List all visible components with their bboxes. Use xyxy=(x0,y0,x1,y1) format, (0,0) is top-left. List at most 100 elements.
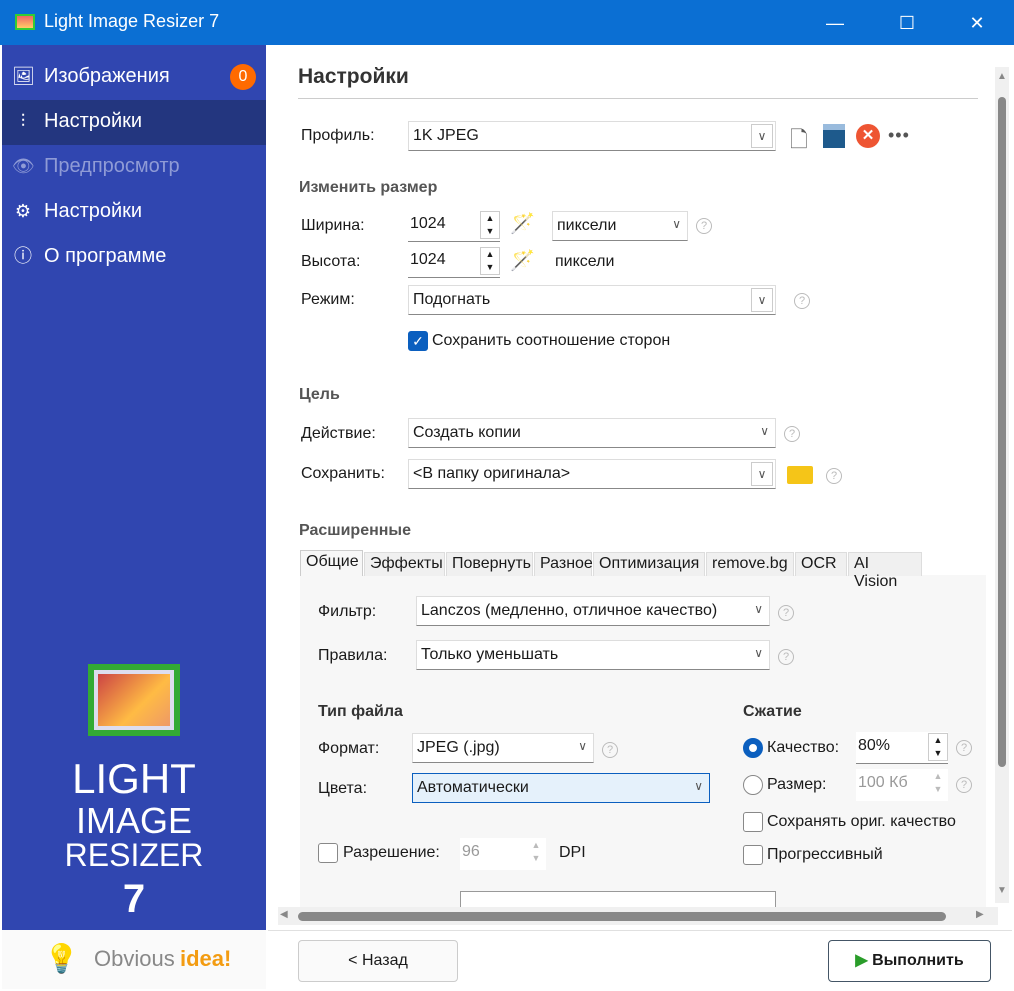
keep-ratio-checkbox[interactable]: ✓ xyxy=(408,331,428,351)
delete-profile-icon[interactable]: ✕ xyxy=(856,124,880,148)
tab-общие[interactable]: Общие xyxy=(300,550,363,576)
size-stepper[interactable]: 100 Кб ▲ ▼ xyxy=(856,769,948,801)
keep-quality-label: Сохранять ориг. качество xyxy=(767,813,956,830)
rules-value: Только уменьшать xyxy=(421,646,559,663)
quality-stepper[interactable]: 80% ▲ ▼ xyxy=(856,732,948,764)
sidebar-item-images[interactable]: 🖼 Изображения 0 xyxy=(2,55,266,100)
tab-разное[interactable]: Разное xyxy=(534,552,593,576)
mode-select[interactable]: Подогнать ∨ xyxy=(408,285,776,315)
scroll-left-icon[interactable]: ◀ xyxy=(280,909,288,920)
more-icon[interactable]: ••• xyxy=(888,125,910,146)
help-icon[interactable]: ? xyxy=(778,605,794,621)
scrollbar-thumb[interactable] xyxy=(998,97,1006,767)
sidebar-item-label: Настройки xyxy=(44,200,143,222)
brand-text: idea! xyxy=(180,946,232,971)
gear-icon: ⚙ xyxy=(14,201,32,221)
minimize-button[interactable]: — xyxy=(820,8,850,38)
rules-select[interactable]: Только уменьшать ∨ xyxy=(416,640,770,670)
chevron-down-icon: ∨ xyxy=(694,779,703,793)
sidebar-item-preview[interactable]: 👁 Предпросмотр xyxy=(2,145,266,190)
colors-select[interactable]: Автоматически ∨ xyxy=(412,773,710,803)
resolution-value: 96 xyxy=(462,843,480,860)
play-icon: ▶ xyxy=(855,952,873,969)
help-icon[interactable]: ? xyxy=(956,777,972,793)
magic-wand-icon[interactable]: 🪄 xyxy=(510,211,535,236)
app-logo-image xyxy=(88,664,180,736)
close-button[interactable]: ✕ xyxy=(962,8,992,38)
spin-arrows-icon[interactable]: ▲ ▼ xyxy=(480,211,500,239)
save-location-select[interactable]: <В папку оригинала> ∨ xyxy=(408,459,776,489)
spin-arrows-icon[interactable]: ▲ ▼ xyxy=(480,247,500,275)
resolution-stepper[interactable]: 96 ▲ ▼ xyxy=(460,838,546,870)
height-unit-label: пиксели xyxy=(555,253,615,270)
save-profile-icon[interactable] xyxy=(823,124,845,148)
tab-ai-vision[interactable]: AI Vision xyxy=(848,552,922,590)
vertical-scrollbar[interactable]: ▼ ▲ xyxy=(995,67,1009,903)
sidebar-item-label: О программе xyxy=(44,245,167,267)
divider xyxy=(298,98,978,99)
help-icon[interactable]: ? xyxy=(956,740,972,756)
resolution-checkbox[interactable] xyxy=(318,843,338,863)
lightbulb-icon: 💡 xyxy=(44,943,79,974)
resolution-label: Разрешение: xyxy=(343,844,440,861)
help-icon[interactable]: ? xyxy=(696,218,712,234)
format-select[interactable]: JPEG (.jpg) ∨ xyxy=(412,733,594,763)
logo-text: LIGHT xyxy=(72,755,196,802)
keep-quality-checkbox[interactable] xyxy=(743,812,763,832)
logo-text: 7 xyxy=(122,877,146,921)
keep-ratio-label: Сохранить соотношение сторон xyxy=(432,332,671,349)
help-icon[interactable]: ? xyxy=(794,293,810,309)
tab-ocr[interactable]: OCR xyxy=(795,552,847,576)
tab-оптимизация[interactable]: Оптимизация xyxy=(593,552,705,576)
magic-wand-icon[interactable]: 🪄 xyxy=(510,248,535,273)
spin-arrows-icon[interactable]: ▲ ▼ xyxy=(928,770,948,798)
profile-select[interactable]: 1K JPEG ∨ xyxy=(408,121,776,151)
progressive-checkbox[interactable] xyxy=(743,845,763,865)
width-stepper[interactable]: 1024 ▲ ▼ xyxy=(408,210,500,242)
format-label: Формат: xyxy=(318,740,380,757)
section-heading-advanced: Расширенные xyxy=(299,522,411,539)
info-icon: ⓘ xyxy=(14,246,32,266)
run-label: Выполнить xyxy=(872,952,964,969)
action-label: Действие: xyxy=(301,425,376,442)
tab-remove-bg[interactable]: remove.bg xyxy=(706,552,794,576)
sidebar-item-settings[interactable]: ⫶ Настройки xyxy=(2,100,266,145)
scrollbar-thumb[interactable] xyxy=(298,912,946,921)
sidebar-item-label: Изображения xyxy=(44,65,170,87)
colors-label: Цвета: xyxy=(318,780,368,797)
height-stepper[interactable]: 1024 ▲ ▼ xyxy=(408,246,500,278)
help-icon[interactable]: ? xyxy=(826,468,842,484)
unit-select[interactable]: пиксели ∨ xyxy=(552,211,688,241)
filter-label: Фильтр: xyxy=(318,603,377,620)
advanced-tab-panel: Фильтр: Lanczos (медленно, отличное каче… xyxy=(300,575,986,911)
scroll-up-icon[interactable]: ▲ xyxy=(997,71,1007,82)
quality-value: 80% xyxy=(858,737,891,754)
horizontal-scrollbar[interactable]: ◀ ▶ xyxy=(278,907,998,925)
tab-эффекты[interactable]: Эффекты xyxy=(364,552,445,576)
folder-icon[interactable] xyxy=(787,466,813,484)
scroll-down-icon[interactable]: ▼ xyxy=(997,885,1007,896)
run-button[interactable]: ▶ Выполнить xyxy=(828,940,991,982)
action-select[interactable]: Создать копии ∨ xyxy=(408,418,776,448)
maximize-button[interactable]: ☐ xyxy=(892,8,922,38)
size-radio[interactable] xyxy=(743,775,763,795)
back-button[interactable]: < Назад xyxy=(298,940,458,982)
help-icon[interactable]: ? xyxy=(784,426,800,442)
scroll-right-icon[interactable]: ▶ xyxy=(976,909,984,920)
help-icon[interactable]: ? xyxy=(602,742,618,758)
quality-radio[interactable] xyxy=(743,738,763,758)
spin-arrows-icon[interactable]: ▲ ▼ xyxy=(526,839,546,867)
sidebar-item-preferences[interactable]: ⚙ Настройки xyxy=(2,190,266,235)
spin-arrows-icon[interactable]: ▲ ▼ xyxy=(928,733,948,761)
mode-label: Режим: xyxy=(301,291,355,308)
page-title: Настройки xyxy=(298,65,409,88)
app-icon xyxy=(15,14,35,30)
chevron-down-icon: ∨ xyxy=(751,124,773,148)
new-profile-icon[interactable]: 🗋 xyxy=(790,123,808,161)
tab-повернуть[interactable]: Повернуть xyxy=(446,552,533,576)
filter-select[interactable]: Lanczos (медленно, отличное качество) ∨ xyxy=(416,596,770,626)
sidebar-item-about[interactable]: ⓘ О программе xyxy=(2,235,266,280)
images-icon: 🖼 xyxy=(12,66,35,86)
help-icon[interactable]: ? xyxy=(778,649,794,665)
rules-label: Правила: xyxy=(318,647,388,664)
